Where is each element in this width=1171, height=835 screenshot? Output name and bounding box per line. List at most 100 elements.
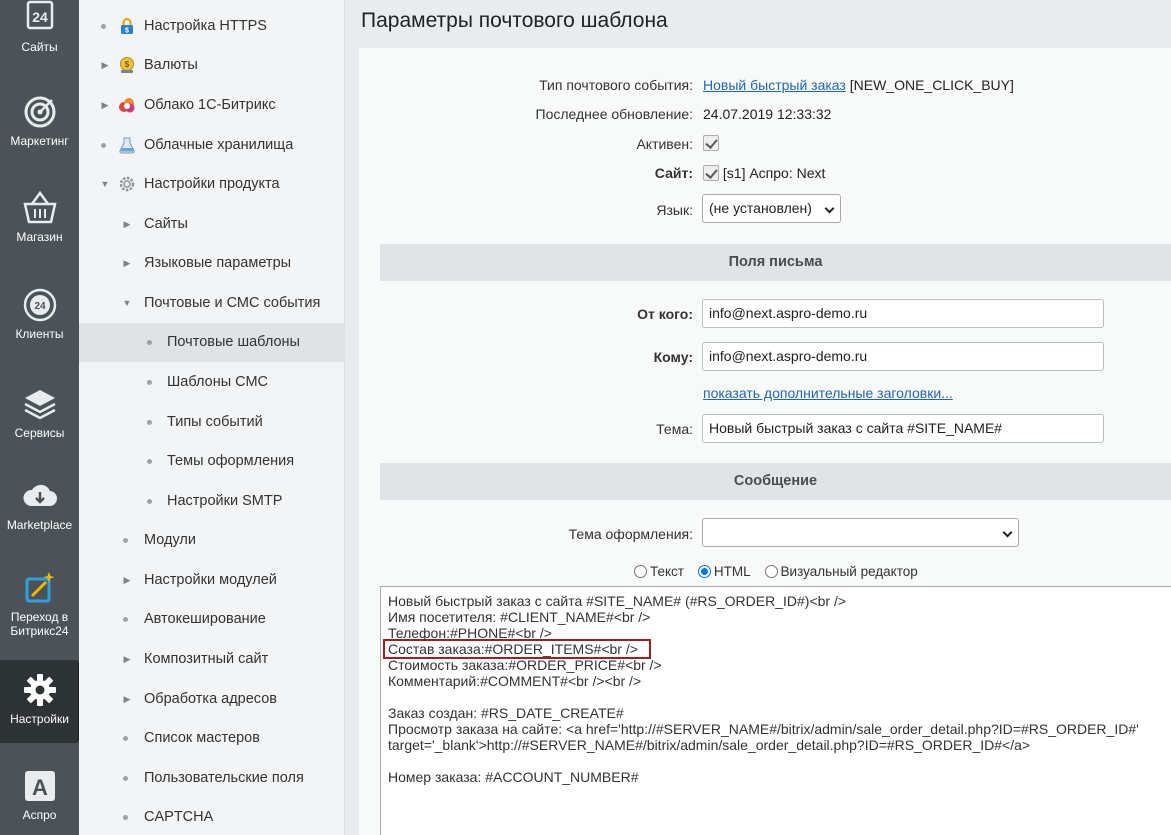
active-label: Активен: xyxy=(636,136,693,152)
menu-item[interactable]: Пользовательские поля xyxy=(79,759,345,798)
menu-item-label: Настройки SMTP xyxy=(167,493,283,509)
left-panel-label: Магазин xyxy=(16,230,63,244)
menu-item-label: Настройки модулей xyxy=(144,572,277,588)
menu-item-label: Шаблоны СМС xyxy=(167,374,269,390)
active-checkbox[interactable] xyxy=(703,135,719,151)
chevron-down-icon xyxy=(1002,527,1013,538)
expand-down-icon[interactable]: ▼ xyxy=(122,298,132,308)
left-panel-aspro[interactable]: A Аспро xyxy=(0,768,79,835)
expand-right-icon[interactable]: ▶ xyxy=(122,258,132,268)
left-panel-services[interactable]: Сервисы xyxy=(0,386,79,456)
coins-icon: $ xyxy=(118,56,136,74)
theme-label: Тема оформления: xyxy=(568,526,693,542)
menu-item[interactable]: ▶ Сайты xyxy=(79,205,345,244)
menu-item[interactable]: Типы событий xyxy=(79,403,345,442)
extra-headers-row: показать дополнительные заголовки... xyxy=(359,384,1171,414)
svg-text:$: $ xyxy=(125,60,130,69)
subject-field[interactable]: Новый быстрый заказ с сайта #SITE_NAME# xyxy=(702,414,1104,443)
left-panel-clients[interactable]: 24 Клиенты xyxy=(0,287,79,357)
menu-item-label: Облачные хранилища xyxy=(144,137,294,153)
menu-item[interactable]: ▼ Почтовые и СМС события xyxy=(79,284,345,323)
expand-right-icon[interactable]: ▶ xyxy=(122,575,132,585)
language-select[interactable]: (не установлен) xyxy=(702,194,841,223)
show-extra-headers-link[interactable]: показать дополнительные заголовки... xyxy=(703,385,953,401)
menu-item[interactable]: ▶ $ Валюты xyxy=(79,46,345,85)
menu-item-label: Типы событий xyxy=(167,414,263,430)
menu-item[interactable]: Список мастеров xyxy=(79,719,345,758)
svg-text:24: 24 xyxy=(32,9,48,25)
theme-select[interactable] xyxy=(702,518,1019,547)
radio-visual-editor[interactable] xyxy=(764,565,778,578)
aspro-a-icon: A xyxy=(24,771,55,801)
menu-item[interactable]: Автокеширование xyxy=(79,600,345,639)
expand-right-icon[interactable]: ▶ xyxy=(100,100,110,110)
from-label: От кого: xyxy=(637,306,693,322)
page-title: Параметры почтового шаблона xyxy=(361,9,668,32)
left-panel-marketing[interactable]: Маркетинг xyxy=(0,94,79,164)
mail-template-form: Тип почтового события: Новый быстрый зак… xyxy=(359,48,1171,835)
flask-icon xyxy=(118,136,136,154)
menu-item[interactable]: Шаблоны СМС xyxy=(79,363,345,402)
menu-item-label: Настройки продукта xyxy=(144,176,280,192)
left-panel-label: Переход в Битрикс24 xyxy=(10,610,69,638)
menu-item[interactable]: ▶ Обработка адресов xyxy=(79,680,345,719)
from-field[interactable]: info@next.aspro-demo.ru xyxy=(702,299,1104,328)
menu-item[interactable]: ▶ Композитный сайт xyxy=(79,640,345,679)
event-type-link[interactable]: Новый быстрый заказ xyxy=(703,77,846,93)
main-content: Параметры почтового шаблона Тип почтовог… xyxy=(345,0,1171,835)
expand-right-icon[interactable]: ▶ xyxy=(122,694,132,704)
menu-item[interactable]: Настройки SMTP xyxy=(79,482,345,521)
event-type-code: [NEW_ONE_CLICK_BUY] xyxy=(849,77,1014,93)
menu-item-label: Автокеширование xyxy=(144,611,266,627)
bullet-icon xyxy=(123,776,128,781)
menu-item[interactable]: Облачные хранилища xyxy=(79,126,345,165)
bullet-icon xyxy=(147,499,152,504)
gear-icon xyxy=(23,674,56,706)
svg-text:24: 24 xyxy=(34,301,46,312)
menu-item-label: Почтовые и СМС события xyxy=(144,295,321,311)
expand-right-icon[interactable]: ▶ xyxy=(122,654,132,664)
message-body-editor[interactable]: Новый быстрый заказ с сайта #SITE_NAME# … xyxy=(380,586,1171,835)
admin-menu-tree: $ Настройка HTTPS ▶ $ Валюты ▶ Облако 1С-Битри… xyxy=(79,0,345,835)
menu-item[interactable]: ▼ Настройки продукта xyxy=(79,165,345,204)
menu-item-label: Композитный сайт xyxy=(144,651,269,667)
radio-text-label: Текст xyxy=(650,564,684,579)
expand-right-icon[interactable]: ▶ xyxy=(122,219,132,229)
menu-item[interactable]: Почтовые шаблоны xyxy=(79,323,345,362)
from-row: От кого: info@next.aspro-demo.ru xyxy=(359,299,1171,329)
bullet-icon xyxy=(147,459,152,464)
left-panel-sites[interactable]: 24 Сайты xyxy=(0,0,79,70)
radio-text[interactable] xyxy=(634,565,647,578)
editor-line: Телефон:#PHONE#<br /> xyxy=(388,625,552,641)
section-message: Сообщение xyxy=(380,463,1171,500)
menu-item[interactable]: ▶ Языковые параметры xyxy=(79,244,345,283)
menu-item[interactable]: ▶ Облако 1С-Битрикс xyxy=(79,86,345,125)
menu-item[interactable]: CAPTCHA xyxy=(79,798,345,835)
language-row: Язык: (не установлен) xyxy=(359,194,1171,224)
site-checkbox[interactable] xyxy=(703,165,719,181)
to-field[interactable]: info@next.aspro-demo.ru xyxy=(702,342,1104,371)
left-panel-settings[interactable]: Настройки xyxy=(0,660,79,743)
bullet-icon xyxy=(123,736,128,741)
menu-item[interactable]: Модули xyxy=(79,521,345,560)
menu-item[interactable]: ▶ Настройки модулей xyxy=(79,561,345,600)
bullet-icon xyxy=(147,340,152,345)
menu-item-label: CAPTCHA xyxy=(144,809,214,825)
radio-html[interactable] xyxy=(697,565,711,578)
updated-row: Последнее обновление: 24.07.2019 12:33:3… xyxy=(359,100,1171,130)
left-panel-label: Сайты xyxy=(21,40,58,54)
left-panel-shop[interactable]: Магазин xyxy=(0,190,79,260)
to-row: Кому: info@next.aspro-demo.ru xyxy=(359,342,1171,372)
left-panel-marketplace[interactable]: Marketplace xyxy=(0,478,79,548)
left-panel-label: Настройки xyxy=(10,712,69,726)
menu-item[interactable]: Темы оформления xyxy=(79,442,345,481)
expand-right-icon[interactable]: ▶ xyxy=(100,60,110,70)
expand-down-icon[interactable]: ▼ xyxy=(100,179,110,189)
menu-item-label: Темы оформления xyxy=(167,453,295,469)
svg-text:A: A xyxy=(32,775,48,800)
menu-item[interactable]: $ Настройка HTTPS xyxy=(79,7,345,46)
bullet-icon xyxy=(123,538,128,543)
site-row: Сайт: [s1] Аспро: Next xyxy=(359,159,1171,189)
editor-line: Стоимость заказа:#ORDER_PRICE#<br /> xyxy=(388,657,662,673)
left-panel-bitrix24[interactable]: Переход в Битрикс24 xyxy=(0,570,79,650)
